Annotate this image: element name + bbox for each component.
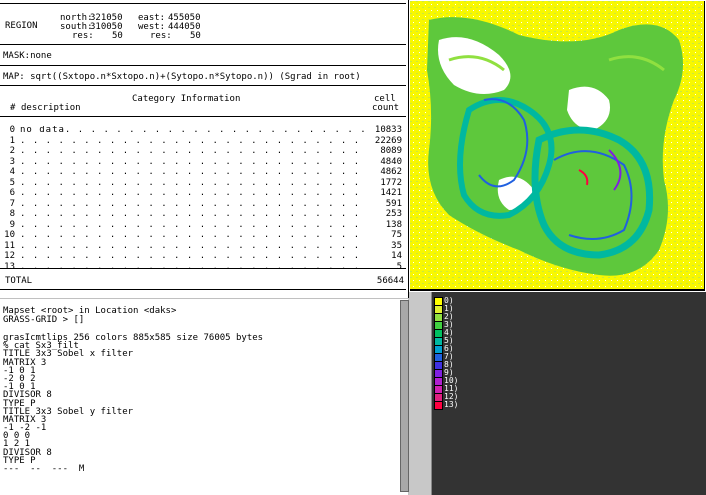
category-row: 5 . . . . . . . . . . . . . . . . . . . .…	[0, 177, 406, 189]
category-count: 253	[385, 209, 402, 219]
category-count: 35	[391, 240, 402, 251]
description-header: description	[21, 103, 81, 113]
report-window: REGION north: 321050 south: 310050 res: …	[0, 0, 409, 298]
total-count: 56644	[376, 276, 404, 286]
legend-label: 13)	[444, 400, 459, 409]
terminal-line: -1 0 1	[3, 365, 36, 376]
category-row: 3 . . . . . . . . . . . . . . . . . . . .…	[0, 156, 406, 168]
category-row: 10 . . . . . . . . . . . . . . . . . . . …	[0, 231, 406, 241]
category-description: . . . . . . . . . . . . . . . . . . . . …	[20, 252, 361, 261]
category-row: 12 . . . . . . . . . . . . . . . . . . . …	[0, 252, 406, 262]
category-description: . . . . . . . . . . . . . . . . . . . . …	[20, 178, 361, 188]
terminal-line: DIVISOR 8	[3, 390, 52, 401]
category-number: 7	[9, 198, 15, 209]
map-expression: MAP: sqrt((Sxtopo.n*Sxtopo.n)+(Sytopo.n*…	[3, 72, 361, 82]
category-count: 138	[385, 219, 402, 230]
category-description: . . . . . . . . . . . . . . . . . . . . …	[20, 136, 361, 146]
category-description: . . . . . . . . . . . . . . . . . . . . …	[20, 210, 361, 219]
category-count: 75	[391, 230, 402, 240]
description-text: no data.	[20, 126, 72, 135]
total-rule	[0, 268, 406, 269]
bottom-rule	[0, 289, 406, 290]
category-description: . . . . . . . . . . . . . . . . . . . . …	[20, 231, 361, 240]
total-label: TOTAL	[5, 276, 33, 286]
terminal-window[interactable]: Mapset <root> in Location <daks> GRASS-GR…	[0, 299, 408, 495]
category-count: 4862	[380, 167, 402, 177]
category-description: no data. . . . . . . . . . . . . . . . .…	[20, 126, 364, 135]
category-row: 11 . . . . . . . . . . . . . . . . . . . …	[0, 240, 406, 252]
legend-item: 13)	[434, 400, 459, 410]
terminal-line: -2 0 2	[3, 373, 36, 384]
category-count: 10833	[374, 125, 402, 135]
top-rule	[0, 3, 406, 4]
category-count: 1421	[380, 188, 402, 198]
category-number: 6	[9, 188, 15, 198]
category-description: . . . . . . . . . . . . . . . . . . . . …	[20, 241, 361, 251]
gradient-raster-map	[409, 0, 706, 292]
header-rule	[0, 116, 406, 117]
region-rule	[0, 44, 406, 45]
category-row: 2 . . . . . . . . . . . . . . . . . . . .…	[0, 147, 406, 157]
category-description: . . . . . . . . . . . . . . . . . . . . …	[20, 189, 361, 198]
category-row: 4 . . . . . . . . . . . . . . . . . . . .…	[0, 168, 406, 178]
category-description: . . . . . . . . . . . . . . . . . . . . …	[20, 157, 361, 167]
category-count: 591	[385, 198, 402, 209]
terminal-output: Mapset <root> in Location <daks> GRASS-GR…	[3, 306, 263, 474]
category-count: 4840	[380, 156, 402, 167]
terminal-line: --- -- --- M	[3, 464, 85, 474]
category-number: 2	[9, 146, 15, 156]
category-number: 12	[4, 251, 15, 261]
category-description: . . . . . . . . . . . . . . . . . . . . …	[20, 168, 361, 177]
hash-header: #	[10, 103, 16, 113]
category-number: 5	[9, 177, 15, 188]
map-rule	[0, 85, 406, 86]
category-number: 13	[4, 261, 15, 272]
res-ew-value: 50	[190, 31, 201, 41]
category-count: 22269	[374, 135, 402, 146]
res-ns-value: 50	[112, 31, 123, 41]
category-description: . . . . . . . . . . . . . . . . . . . . …	[20, 262, 361, 272]
command-prompt[interactable]: GRASS-GRID > []	[3, 315, 84, 324]
category-number: 4	[9, 167, 15, 177]
res-ew-label: res:	[150, 31, 172, 41]
count-header: count	[372, 103, 400, 113]
category-row: 6 . . . . . . . . . . . . . . . . . . . .…	[0, 189, 406, 199]
category-number: 11	[4, 240, 15, 251]
category-number: 0	[9, 125, 15, 135]
category-row: 9 . . . . . . . . . . . . . . . . . . . .…	[0, 219, 406, 231]
category-row: 7 . . . . . . . . . . . . . . . . . . . .…	[0, 198, 406, 210]
category-description: . . . . . . . . . . . . . . . . . . . . …	[20, 147, 361, 156]
category-row: 8 . . . . . . . . . . . . . . . . . . . .…	[0, 210, 406, 220]
category-number: 9	[9, 219, 15, 230]
category-number: 1	[9, 135, 15, 146]
category-number: 8	[9, 209, 15, 219]
legend-color-strip	[409, 292, 432, 495]
terminal-line: DIVISOR 8	[3, 447, 52, 458]
category-description: . . . . . . . . . . . . . . . . . . . . …	[20, 220, 361, 230]
category-info-header: Category Information	[132, 94, 241, 104]
category-count: 5	[396, 261, 402, 272]
category-number: 10	[4, 230, 15, 240]
region-label: REGION	[5, 21, 38, 31]
mask-text: MASK:none	[3, 51, 52, 61]
res-ns-label: res:	[72, 31, 94, 41]
terminal-line: MATRIX 3	[3, 357, 47, 368]
category-number: 3	[9, 156, 15, 167]
terminal-line: 0 0 0	[3, 431, 31, 442]
terminal-line: Mapset <root> in Location <daks>	[3, 306, 177, 316]
terminal-line: -1 -2 -1	[3, 423, 47, 434]
category-count: 14	[391, 251, 402, 261]
mask-rule	[0, 65, 406, 66]
legend-swatch	[434, 400, 443, 410]
category-count: 8089	[380, 146, 402, 156]
graphics-monitor[interactable]	[409, 0, 706, 292]
category-row: 0 no data. . . . . . . . . . . . . . . . …	[0, 126, 406, 136]
category-description: . . . . . . . . . . . . . . . . . . . . …	[20, 199, 361, 209]
terminal-scrollbar[interactable]	[400, 300, 409, 492]
category-count: 1772	[380, 177, 402, 188]
category-row: 1 . . . . . . . . . . . . . . . . . . . .…	[0, 135, 406, 147]
